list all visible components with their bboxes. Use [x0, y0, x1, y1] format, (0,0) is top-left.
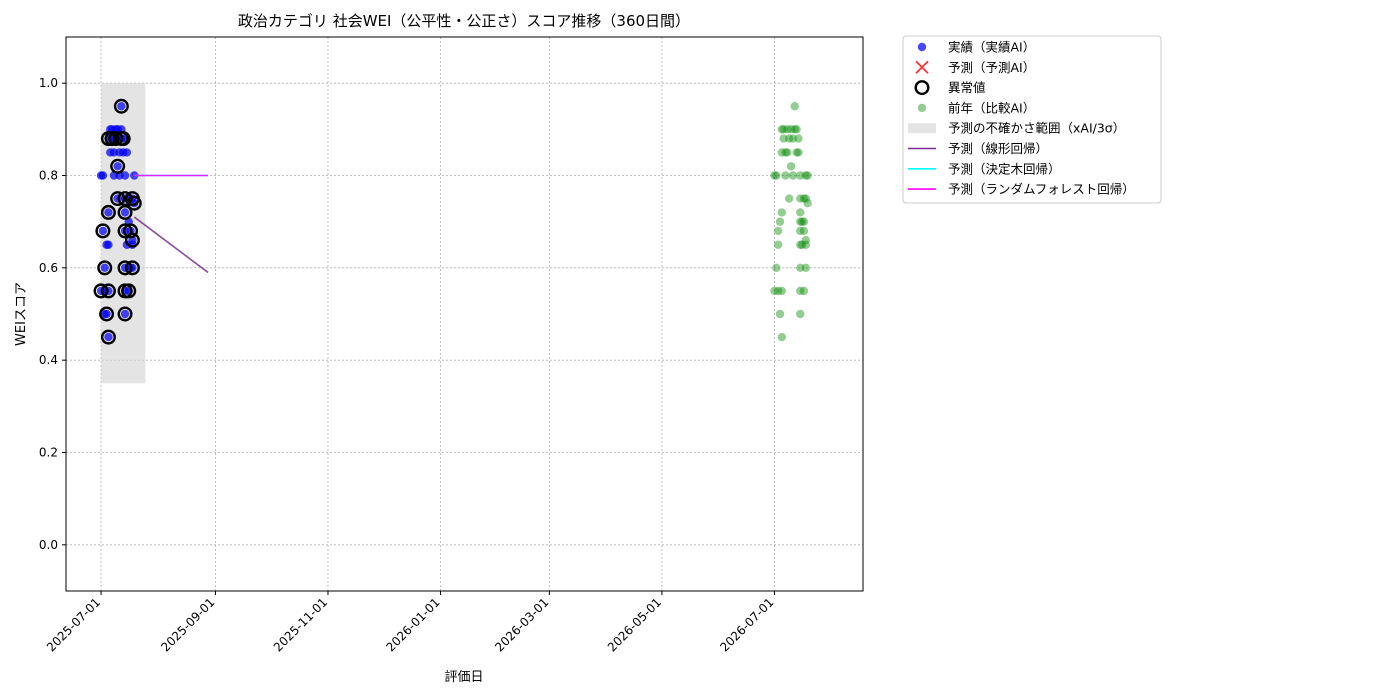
- prev-year-point: [799, 226, 809, 236]
- y-tick-label: 0.4: [39, 353, 58, 367]
- prev-year-point: [775, 309, 785, 319]
- actual-point: [104, 208, 113, 217]
- legend-label: 異常値: [948, 80, 986, 95]
- legend-actual-swatch: [917, 42, 927, 52]
- prev-year-point: [777, 208, 787, 217]
- prev-year-point: [786, 162, 796, 171]
- legend-label: 前年（比較AI）: [948, 100, 1035, 115]
- chart-title: 政治カテゴリ 社会WEI（公平性・公正さ）スコア推移（360日間）: [238, 12, 690, 30]
- prev-year-point: [803, 171, 812, 180]
- actual-point: [98, 226, 108, 236]
- legend-label: 実績（実績AI）: [948, 40, 1035, 55]
- y-tick-label: 1.0: [39, 76, 58, 90]
- y-axis-label: WEIスコア: [14, 282, 29, 346]
- actual-point: [113, 162, 122, 171]
- prev-year-point: [785, 194, 794, 203]
- prev-year-point: [772, 263, 781, 273]
- actual-point: [104, 240, 113, 249]
- chart-canvas: 2025-07-01 2025-09-01 2025-11-01 2026-01-01…: [0, 0, 1400, 700]
- prev-year-point: [796, 208, 805, 217]
- prev-year-point: [772, 171, 781, 180]
- legend: 実績（実績AI） 予測（予測AI） 異常値前年（比較AI） 予測の不確かさ範囲（xAI…: [902, 35, 1162, 204]
- prev-year-point: [777, 332, 787, 342]
- prev-year-point: [803, 199, 812, 208]
- x-axis-label: 評価日: [444, 670, 483, 685]
- prev-year-point: [794, 148, 803, 157]
- legend-label: 予測の不確かさ範囲（xAI/3σ）: [948, 121, 1125, 136]
- prev-year-point: [773, 240, 783, 249]
- prev-year-point: [799, 286, 809, 296]
- actual-point: [98, 171, 108, 180]
- legend-label: 予測（線形回帰）: [948, 141, 1048, 156]
- figure-background: [0, 0, 1400, 700]
- prev-year-point: [773, 226, 783, 236]
- actual-point: [120, 309, 130, 319]
- actual-point: [120, 171, 130, 180]
- actual-point: [104, 332, 113, 342]
- prev-year-point: [794, 134, 803, 143]
- legend-label: 予測（ランダムフォレスト回帰）: [948, 182, 1135, 197]
- prev-year-point: [781, 171, 790, 180]
- prev-year-point: [775, 217, 785, 226]
- prev-year-point: [792, 125, 801, 134]
- legend-label: 予測（予測AI）: [948, 60, 1035, 75]
- prev-year-point: [796, 309, 805, 319]
- prev-year-point: [777, 286, 787, 296]
- actual-point: [120, 208, 130, 217]
- prev-year-point: [801, 240, 811, 249]
- legend-label: 予測（決定木回帰）: [948, 161, 1061, 176]
- prev-year-point: [799, 217, 809, 226]
- y-tick-label: 0.0: [39, 538, 58, 552]
- actual-point: [117, 102, 126, 111]
- legend-band-swatch: [908, 123, 936, 134]
- actual-point: [100, 263, 109, 273]
- y-tick-label: 0.2: [39, 446, 58, 460]
- actual-point: [122, 148, 132, 157]
- y-tick-label: 0.6: [39, 261, 58, 275]
- actual-point: [102, 309, 111, 319]
- prev-year-point: [783, 148, 792, 157]
- legend-prev-swatch: [917, 103, 927, 113]
- prev-year-point: [790, 102, 799, 111]
- prev-year-point: [788, 171, 798, 180]
- prev-year-point: [801, 263, 811, 273]
- y-tick-label: 0.8: [39, 169, 58, 183]
